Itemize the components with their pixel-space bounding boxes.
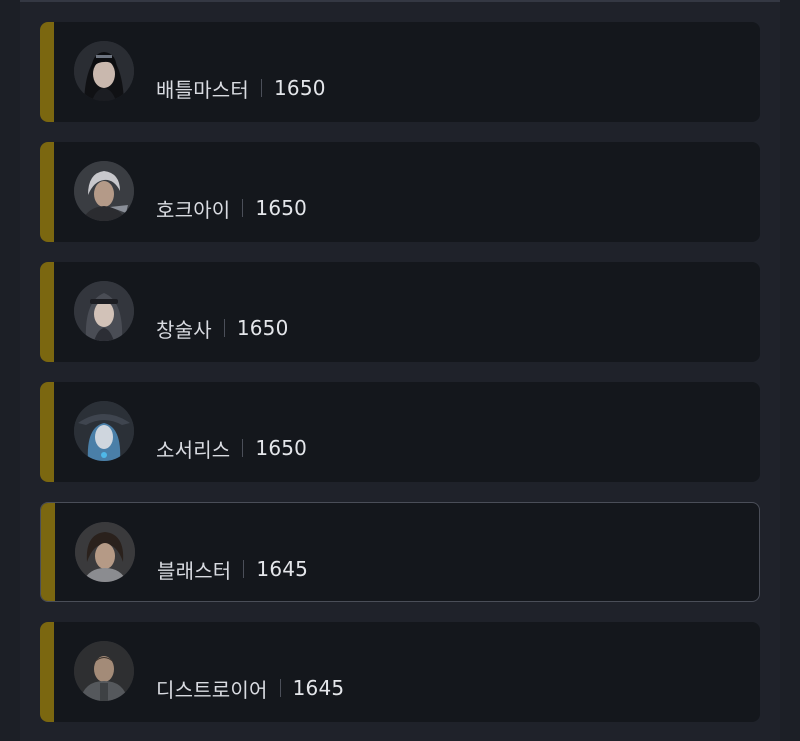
class-name: 호크아이: [156, 197, 231, 222]
divider: [279, 679, 281, 697]
battlemaster-portrait-icon: [74, 41, 134, 101]
divider: [223, 319, 225, 337]
character-card-battlemaster[interactable]: 배틀마스터 1650: [40, 22, 760, 122]
item-level: 1650: [236, 316, 289, 340]
sorceress-portrait-icon: [74, 401, 134, 461]
character-list-panel: 배틀마스터 1650 호크아이 1650 창술사 1650 소서리스 1650 …: [20, 0, 780, 741]
item-level: 1650: [274, 76, 326, 100]
item-level: 1645: [256, 557, 309, 581]
divider: [242, 439, 244, 457]
divider: [261, 79, 262, 97]
blaster-portrait-icon: [75, 522, 135, 582]
class-name: 배틀마스터: [156, 77, 249, 102]
character-info: 호크아이 1650: [156, 196, 308, 222]
class-name: 창술사: [156, 317, 212, 342]
card-accent-bar: [40, 22, 54, 122]
character-info: 디스트로이어 1645: [156, 676, 345, 702]
divider: [242, 199, 244, 217]
lancemaster-portrait-icon: [74, 281, 134, 341]
item-level: 1645: [292, 676, 345, 700]
character-card-lancemaster[interactable]: 창술사 1650: [40, 262, 760, 362]
hawkeye-portrait-icon: [74, 161, 134, 221]
character-list: 배틀마스터 1650 호크아이 1650 창술사 1650 소서리스 1650 …: [40, 22, 760, 741]
card-accent-bar: [40, 142, 54, 242]
character-card-hawkeye[interactable]: 호크아이 1650: [40, 142, 760, 242]
destroyer-portrait-icon: [74, 641, 134, 701]
character-info: 소서리스 1650: [156, 436, 308, 462]
card-accent-bar: [40, 382, 54, 482]
divider: [243, 560, 245, 578]
class-name: 소서리스: [156, 437, 231, 462]
character-card-sorceress[interactable]: 소서리스 1650: [40, 382, 760, 482]
card-accent-bar: [41, 503, 55, 601]
class-name: 블래스터: [157, 558, 232, 583]
class-name: 디스트로이어: [156, 677, 268, 702]
character-card-blaster[interactable]: 블래스터 1645: [40, 502, 760, 602]
character-card-destroyer[interactable]: 디스트로이어 1645: [40, 622, 760, 722]
card-accent-bar: [40, 622, 54, 722]
item-level: 1650: [255, 196, 308, 220]
character-info: 창술사 1650: [156, 316, 289, 342]
card-accent-bar: [40, 262, 54, 362]
item-level: 1650: [255, 436, 308, 460]
character-info: 배틀마스터 1650: [156, 76, 326, 102]
character-info: 블래스터 1645: [157, 557, 309, 583]
